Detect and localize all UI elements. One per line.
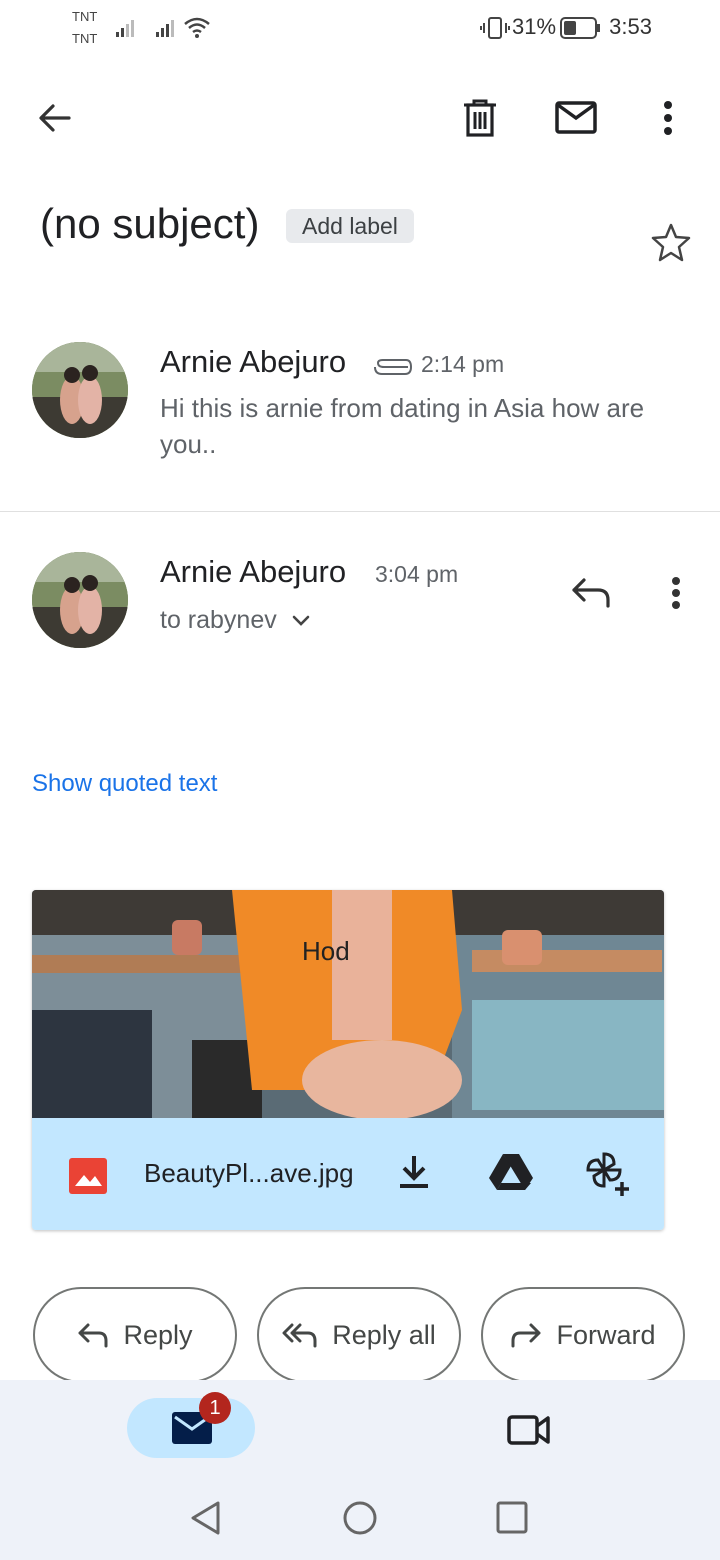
carrier-1: TNT <box>72 9 98 24</box>
trash-icon <box>464 99 496 137</box>
show-quoted-text-link[interactable]: Show quoted text <box>32 770 217 798</box>
sender-name: Arnie Abejuro <box>160 554 347 589</box>
reply-icon <box>78 1323 108 1348</box>
message-more-button[interactable] <box>670 576 682 615</box>
attachment-preview: Hod <box>32 890 664 1118</box>
reply-pill-button[interactable]: Reply <box>33 1287 237 1383</box>
attachment-filename: BeautyPl...ave.jpg <box>144 1158 354 1188</box>
forward-icon <box>511 1323 541 1348</box>
pinwheel-add-icon <box>586 1152 629 1196</box>
video-camera-icon <box>507 1415 550 1445</box>
shirt-logo: Hod <box>302 936 350 966</box>
system-recents-icon[interactable] <box>496 1501 528 1535</box>
star-icon <box>651 223 691 262</box>
download-button[interactable] <box>394 1152 434 1197</box>
back-button[interactable] <box>31 94 79 142</box>
add-to-photos-button[interactable] <box>584 1150 632 1203</box>
chevron-down-icon <box>292 615 310 626</box>
attachment-bar: BeautyPl...ave.jpg <box>32 1118 664 1230</box>
arrow-left-icon <box>39 104 71 132</box>
google-drive-icon <box>489 1154 533 1190</box>
message-time: 3:04 pm <box>375 561 459 587</box>
sender-name: Arnie Abejuro <box>160 344 347 379</box>
status-bar: TNT TNT 31% 3:53 <box>0 0 720 56</box>
reply-label: Reply <box>123 1319 193 1350</box>
save-to-drive-button[interactable] <box>488 1152 534 1197</box>
nav-meet-tab[interactable] <box>504 1408 552 1453</box>
email-subject: (no subject) <box>40 200 260 247</box>
delete-button[interactable] <box>456 94 504 142</box>
reply-all-pill-button[interactable]: Reply all <box>257 1287 461 1383</box>
vibrate-icon <box>480 17 510 39</box>
reply-button[interactable] <box>570 574 614 615</box>
more-vertical-icon <box>672 577 680 609</box>
system-back-icon[interactable] <box>190 1500 222 1536</box>
star-button[interactable] <box>650 222 692 267</box>
mark-unread-button[interactable] <box>552 94 600 142</box>
reply-icon <box>572 578 610 608</box>
avatar[interactable] <box>32 552 128 648</box>
forward-pill-button[interactable]: Forward <box>481 1287 685 1383</box>
forward-label: Forward <box>556 1319 656 1350</box>
mail-icon <box>555 101 597 134</box>
add-label-chip[interactable]: Add label <box>286 209 414 243</box>
battery-icon <box>560 17 600 39</box>
attachment-card[interactable]: Hod BeautyPl...ave.jpg <box>32 890 664 1230</box>
mail-unread-badge: 1 <box>199 1392 231 1424</box>
signal-icon <box>116 20 134 37</box>
avatar[interactable] <box>32 342 128 438</box>
status-time: 3:53 <box>609 14 652 39</box>
recipient-text: to rabynev <box>160 606 277 634</box>
attachment-icon <box>374 359 412 375</box>
message-snippet[interactable]: Hi this is arnie from dating in Asia how… <box>160 390 700 462</box>
reply-all-label: Reply all <box>332 1319 436 1350</box>
sender-photo <box>32 342 128 438</box>
system-home-icon[interactable] <box>342 1500 378 1536</box>
wifi-icon <box>184 17 210 38</box>
signal-icon-2 <box>156 20 174 37</box>
reply-all-icon <box>282 1323 317 1348</box>
battery-percent: 31% <box>512 14 557 39</box>
image-file-icon <box>69 1158 107 1194</box>
message-time: 2:14 pm <box>421 351 505 377</box>
carrier-2: TNT <box>72 31 98 46</box>
more-options-button[interactable] <box>644 94 692 142</box>
divider <box>0 511 720 512</box>
sender-photo <box>32 552 128 648</box>
more-vertical-icon <box>664 101 672 135</box>
download-icon <box>400 1156 428 1188</box>
recipient-details-toggle[interactable]: to rabynev <box>160 606 311 635</box>
